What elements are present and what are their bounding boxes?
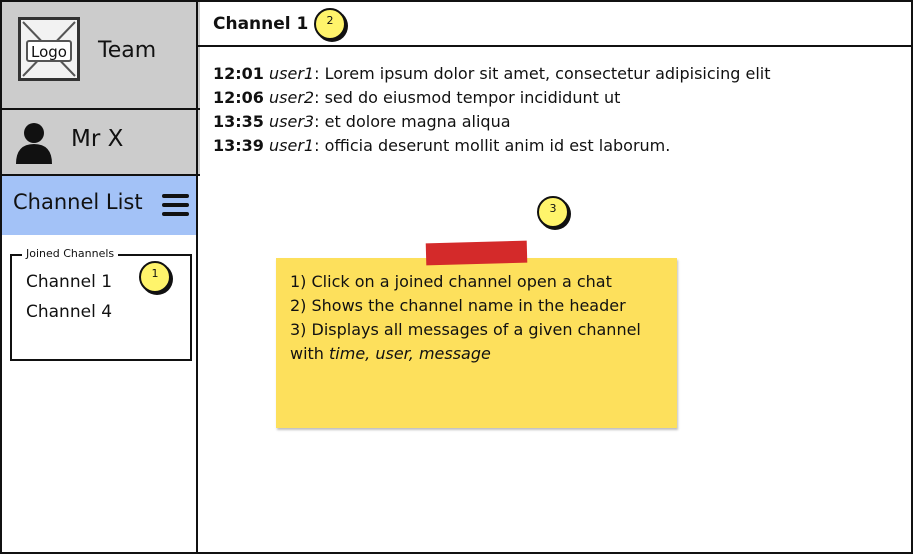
channel-item-1[interactable]: Channel 1	[26, 272, 112, 292]
message-row: 13:39 user1: officia deserunt mollit ani…	[213, 136, 671, 155]
chat-title: Channel 1	[213, 14, 309, 34]
message-row: 13:35 user3: et dolore magna aliqua	[213, 112, 511, 131]
logo-placeholder: Logo	[18, 17, 80, 81]
message-text: et dolore magna aliqua	[324, 112, 511, 131]
team-panel: Logo Team	[2, 2, 200, 110]
callout-3: 3	[537, 196, 569, 228]
message-time: 13:35	[213, 112, 264, 131]
note-line-3-emphasis: time, user, message	[329, 344, 491, 363]
callout-2: 2	[314, 8, 346, 40]
joined-channels-label: Joined Channels	[22, 247, 119, 260]
tape-strip	[425, 240, 528, 266]
message-time: 12:06	[213, 88, 264, 107]
message-user: user2	[269, 88, 315, 107]
message-user: user3	[269, 112, 315, 131]
hamburger-menu-icon[interactable]	[162, 194, 190, 218]
message-text: sed do eiusmod tempor incididunt ut	[324, 88, 621, 107]
user-icon	[16, 123, 52, 164]
message-text: officia deserunt mollit anim id est labo…	[324, 136, 671, 155]
message-text: Lorem ipsum dolor sit amet, consectetur …	[324, 64, 771, 83]
note-line-1: 1) Click on a joined channel open a chat	[290, 272, 612, 291]
note-line-3: 3) Displays all messages of a given chan…	[290, 318, 670, 366]
logo-label: Logo	[26, 40, 72, 62]
message-time: 13:39	[213, 136, 264, 155]
channel-list-header: Channel List	[2, 176, 198, 235]
message-row: 12:06 user2: sed do eiusmod tempor incid…	[213, 88, 621, 107]
channel-item-4[interactable]: Channel 4	[26, 302, 112, 322]
message-time: 12:01	[213, 64, 264, 83]
channel-list-title: Channel List	[13, 190, 143, 214]
message-list: 12:01 user1: Lorem ipsum dolor sit amet,…	[213, 62, 903, 158]
callout-1: 1	[139, 261, 171, 293]
user-panel: Mr X	[2, 110, 200, 176]
message-row: 12:01 user1: Lorem ipsum dolor sit amet,…	[213, 64, 771, 83]
note-line-2: 2) Shows the channel name in the header	[290, 296, 626, 315]
message-user: user1	[269, 136, 315, 155]
chat-header: Channel 1	[198, 2, 911, 47]
team-name: Team	[98, 38, 157, 63]
user-name: Mr X	[71, 126, 124, 152]
sticky-note: 1) Click on a joined channel open a chat…	[276, 258, 677, 428]
message-user: user1	[269, 64, 315, 83]
sticky-note-text: 1) Click on a joined channel open a chat…	[290, 270, 670, 366]
